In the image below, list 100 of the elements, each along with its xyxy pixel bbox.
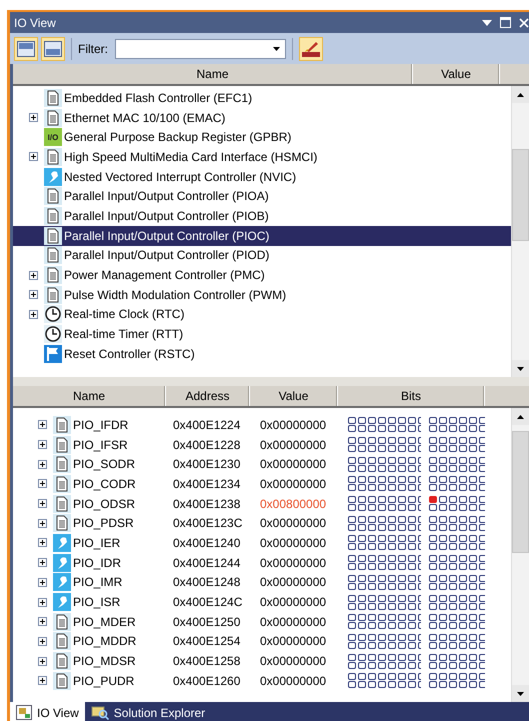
- expand-icon[interactable]: [38, 558, 47, 568]
- tree-item[interactable]: Real-time Clock (RTC): [13, 304, 511, 324]
- address-cell: 0x400E1238: [173, 496, 240, 511]
- maximize-icon[interactable]: [500, 17, 511, 28]
- bit-grid[interactable]: [348, 574, 421, 590]
- document-icon: [44, 286, 62, 304]
- bit-grid[interactable]: [428, 476, 485, 492]
- value-cell: 0x00000000: [260, 418, 326, 432]
- expand-icon[interactable]: [29, 113, 38, 122]
- tree-item[interactable]: Parallel Input/Output Controller (PIOB): [13, 206, 511, 226]
- bit-grid[interactable]: [428, 574, 485, 590]
- expand-icon[interactable]: [29, 152, 38, 162]
- expand-icon[interactable]: [38, 598, 47, 607]
- tree-item[interactable]: Nested Vectored Interrupt Controller (NVIC): [13, 166, 511, 186]
- bit-grid[interactable]: [348, 634, 421, 649]
- bit-grid[interactable]: [348, 516, 421, 531]
- tree-item[interactable]: High Speed MultiMedia Card Interface (HSMCI): [13, 147, 511, 167]
- bit-grid[interactable]: [348, 594, 421, 610]
- expand-icon[interactable]: [29, 310, 38, 319]
- tree-item[interactable]: Ethernet MAC 10/100 (EMAC): [13, 108, 511, 128]
- tab[interactable]: IO View: [10, 702, 85, 721]
- document-icon: [53, 416, 71, 434]
- expand-icon[interactable]: [38, 420, 47, 430]
- tree-item[interactable]: Parallel Input/Output Controller (PIOC): [13, 226, 511, 246]
- expand-icon[interactable]: [38, 538, 47, 548]
- tree-item[interactable]: Embedded Flash Controller (EFC1): [13, 88, 511, 108]
- tab[interactable]: Solution Explorer: [84, 702, 212, 721]
- tree-item[interactable]: Parallel Input/Output Controller (PIOD): [13, 246, 511, 266]
- document-icon: [53, 612, 71, 631]
- bit-grid[interactable]: [428, 417, 485, 432]
- bit-grid[interactable]: [348, 654, 421, 669]
- scroll-up-icon[interactable]: [517, 92, 524, 96]
- address-cell: 0x400E1244: [173, 556, 240, 570]
- bit-grid[interactable]: [428, 673, 485, 688]
- bit-grid[interactable]: [428, 456, 485, 472]
- expand-icon[interactable]: [38, 636, 47, 646]
- expand-icon[interactable]: [38, 440, 47, 450]
- peripheral-name: Real-time Timer (RTT): [64, 327, 184, 342]
- register-name: PIO_IFDR: [73, 418, 128, 432]
- bit-grid[interactable]: [348, 614, 421, 630]
- tree-item[interactable]: I/O General Purpose Backup Register (GPBR): [13, 127, 511, 148]
- address-cell: 0x400E1258: [173, 654, 240, 668]
- tree-item[interactable]: Real-time Timer (RTT): [13, 324, 511, 344]
- bit-grid[interactable]: [428, 535, 485, 550]
- scroll-up-icon[interactable]: [517, 414, 524, 418]
- peripheral-name: Power Management Controller (PMC): [64, 268, 265, 282]
- bit-grid[interactable]: [428, 555, 485, 570]
- peripheral-name: Parallel Input/Output Controller (PIOA): [64, 189, 269, 204]
- expand-icon[interactable]: [29, 270, 38, 280]
- bit-grid[interactable]: [348, 535, 421, 550]
- bit-grid[interactable]: [348, 673, 421, 688]
- expand-icon[interactable]: [38, 460, 47, 469]
- filter-combo-box[interactable]: [115, 38, 286, 58]
- bit-grid[interactable]: [428, 437, 485, 452]
- scroll-down-icon[interactable]: [517, 366, 524, 370]
- expand-icon[interactable]: [38, 499, 47, 508]
- bit-grid[interactable]: [348, 456, 421, 472]
- bit-grid[interactable]: [428, 594, 485, 610]
- register-name: PIO_MDSR: [73, 654, 136, 668]
- tree-item[interactable]: Parallel Input/Output Controller (PIOA): [13, 186, 511, 206]
- bit-grid[interactable]: [348, 555, 421, 570]
- bit-grid[interactable]: [428, 614, 485, 630]
- bit-grid[interactable]: [428, 496, 485, 512]
- bit-grid[interactable]: [428, 654, 485, 669]
- column-header[interactable]: Name: [13, 64, 413, 84]
- column-header[interactable]: Value: [250, 386, 338, 406]
- bit-grid[interactable]: [428, 516, 485, 531]
- expand-icon[interactable]: [38, 518, 47, 528]
- bit-grid[interactable]: [348, 476, 421, 492]
- address-cell: 0x400E1240: [173, 536, 240, 550]
- register-name: PIO_IER: [73, 536, 120, 550]
- layout-toggle-button[interactable]: [41, 36, 65, 60]
- document-icon: [44, 266, 62, 284]
- dropdown-icon[interactable]: [482, 20, 492, 26]
- scroll-down-icon[interactable]: [517, 692, 524, 696]
- expand-icon[interactable]: [38, 656, 47, 666]
- scrollbar[interactable]: [511, 408, 529, 702]
- column-header[interactable]: Name: [13, 386, 166, 406]
- tree-item[interactable]: Pulse Width Modulation Controller (PWM): [13, 284, 511, 305]
- tree-item[interactable]: Reset Controller (RSTC): [13, 344, 511, 364]
- column-header[interactable]: Address: [166, 386, 250, 406]
- tree-item[interactable]: Power Management Controller (PMC): [13, 265, 511, 285]
- close-icon[interactable]: [519, 18, 529, 28]
- layout-toggle-button[interactable]: [14, 36, 38, 60]
- expand-icon[interactable]: [38, 578, 47, 587]
- expand-icon[interactable]: [38, 676, 47, 686]
- bit-grid[interactable]: [348, 437, 421, 452]
- scrollbar[interactable]: [511, 86, 529, 377]
- bit-grid[interactable]: [428, 634, 485, 649]
- peripheral-name: Real-time Clock (RTC): [64, 307, 184, 322]
- value-cell: 0x00000000: [260, 634, 326, 648]
- expand-icon[interactable]: [38, 479, 47, 488]
- column-header[interactable]: Value: [413, 64, 500, 84]
- brush-button[interactable]: [299, 36, 323, 60]
- column-header[interactable]: Bits: [338, 386, 485, 406]
- expand-icon[interactable]: [38, 617, 47, 626]
- bell-icon: [53, 593, 71, 612]
- bit-grid[interactable]: [348, 417, 421, 432]
- expand-icon[interactable]: [29, 290, 38, 300]
- bit-grid[interactable]: [348, 496, 421, 512]
